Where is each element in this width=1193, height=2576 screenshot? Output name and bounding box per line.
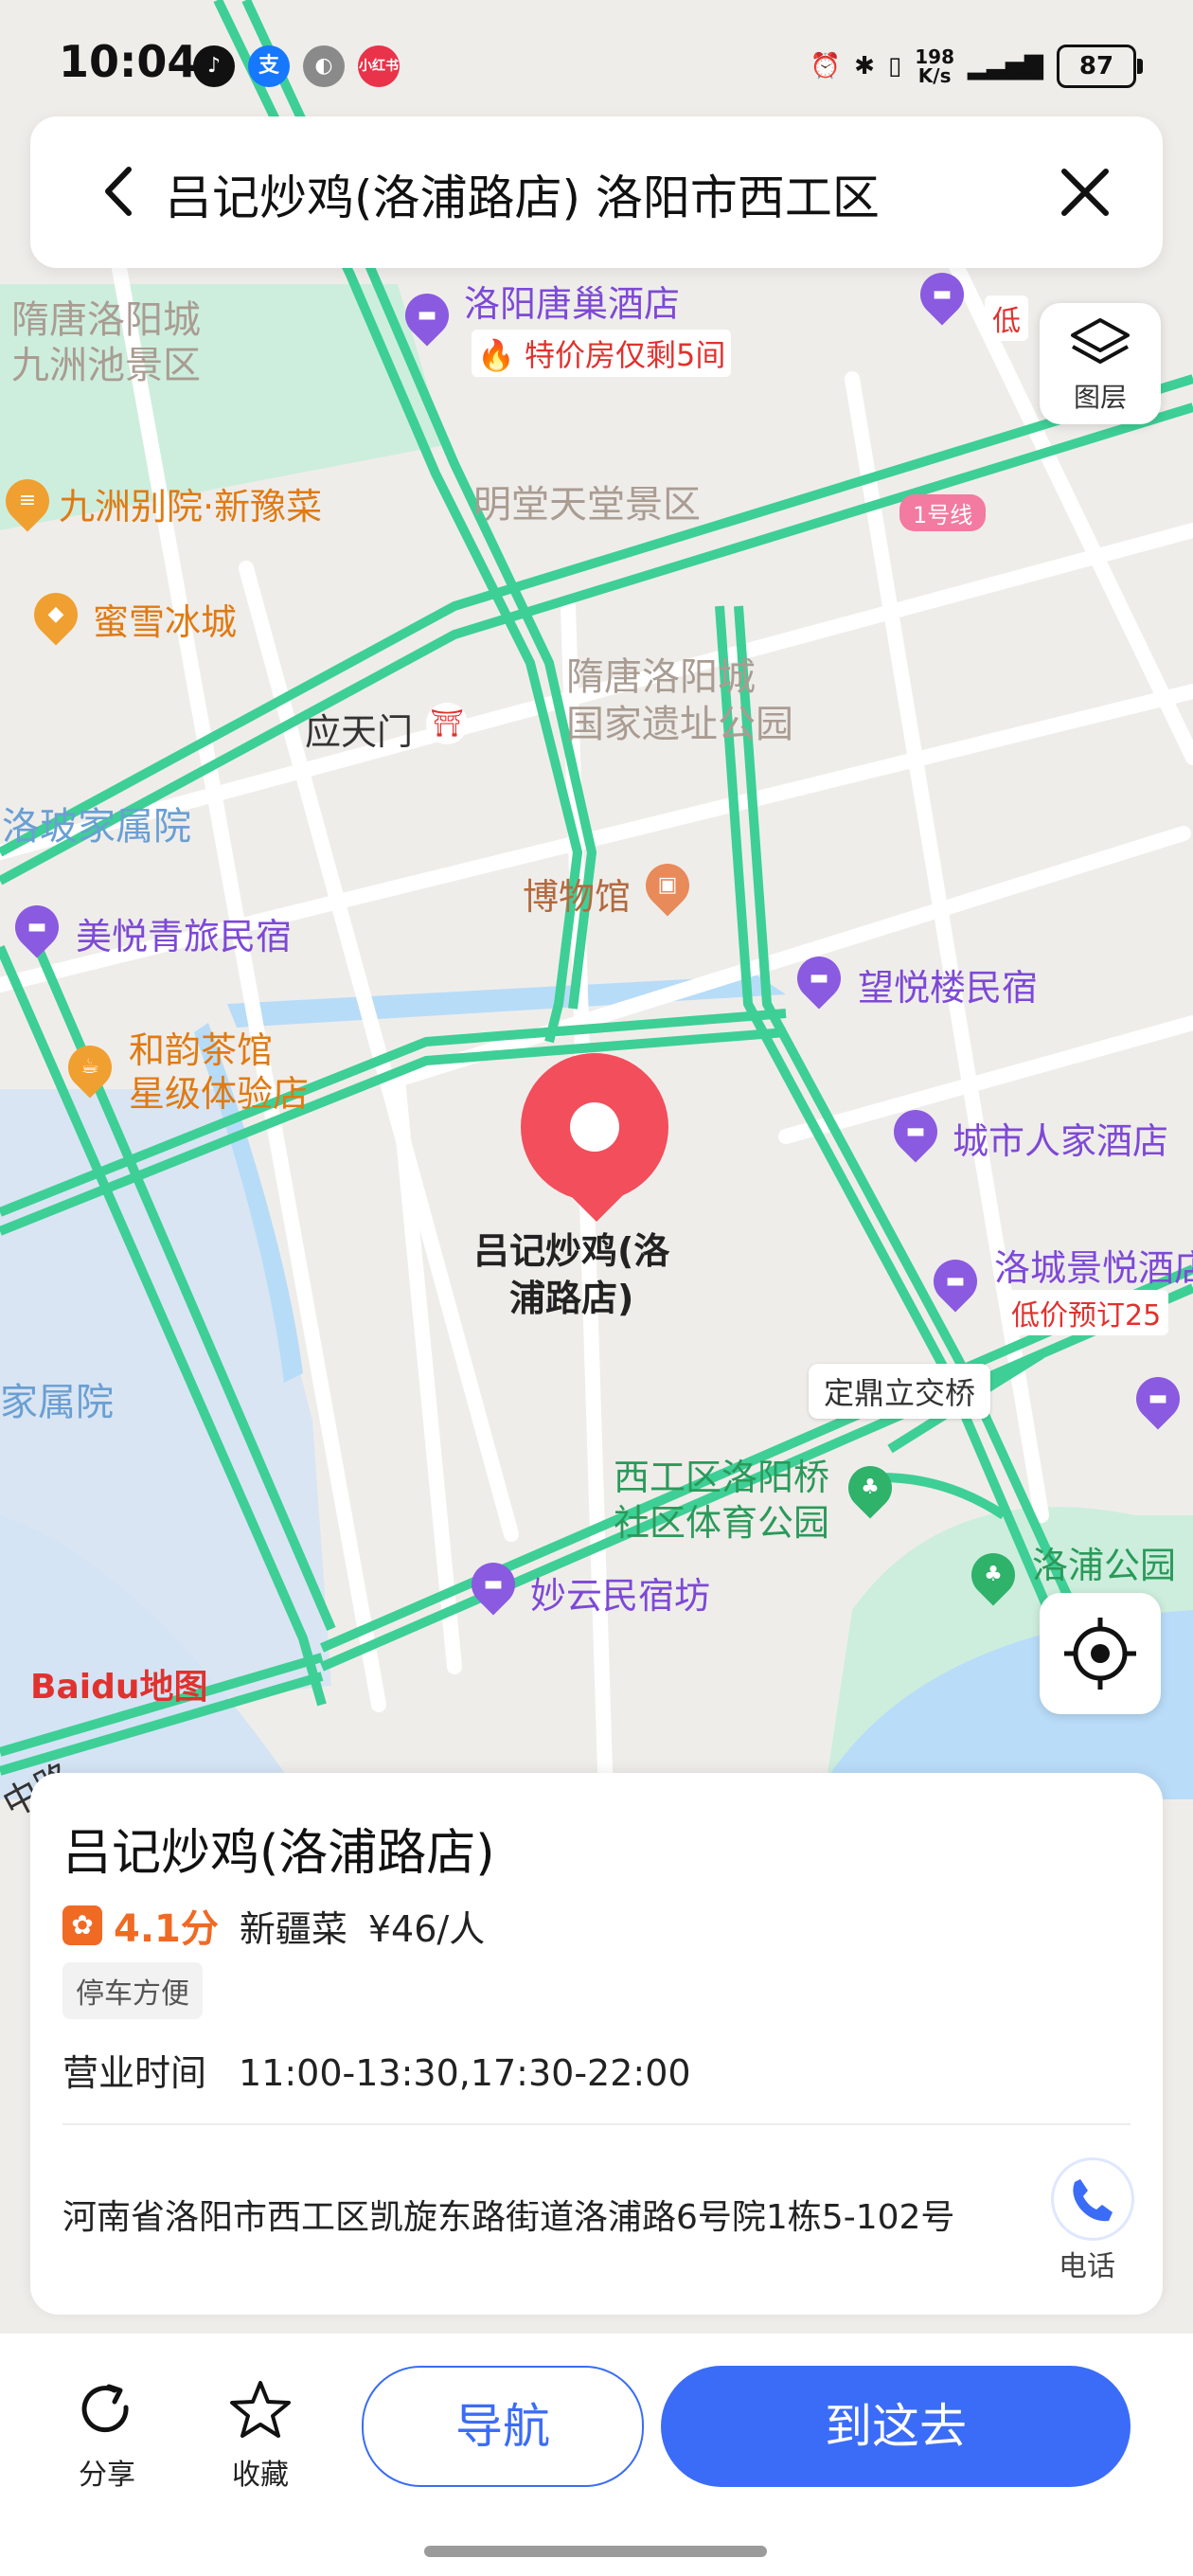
divider (62, 2123, 1131, 2125)
vibrate-icon: ▯ (887, 52, 902, 80)
layers-icon (1071, 318, 1130, 364)
business-hours: 营业时间 11:00-13:30,17:30-22:00 (62, 2044, 691, 2096)
map-label-mingtang: 明堂天堂景区 (473, 483, 701, 527)
app-icon: ◐ (303, 45, 345, 87)
bottom-action-bar: 分享 收藏 导航 到这去 (0, 2334, 1193, 2576)
hotel-pin-icon[interactable]: ▬ (924, 1250, 987, 1313)
favorite-label: 收藏 (232, 2459, 289, 2492)
hotel-pin-icon[interactable]: ▬ (6, 896, 68, 958)
selected-place-label[interactable]: 吕记炒鸡(洛 浦路店) (473, 1227, 669, 1322)
hours-label: 营业时间 (62, 2052, 207, 2094)
dessert-pin-icon[interactable]: ◆ (25, 583, 87, 646)
park-pin-icon[interactable]: ♣ (839, 1457, 901, 1519)
rating-icon: ✿ (62, 1905, 102, 1945)
hotel-pin-icon[interactable]: ▬ (1127, 1368, 1189, 1430)
map-label-mixue[interactable]: 蜜雪冰城 (93, 593, 237, 645)
map-label-tangchao-promo[interactable]: 🔥 特价房仅剩5间 (472, 330, 732, 377)
parking-tag: 停车方便 (62, 1962, 203, 2019)
price: ¥46/人 (367, 1907, 486, 1950)
hotel-pin-icon[interactable]: ▬ (396, 284, 458, 347)
map-label-luopo: 洛玻家属院 (2, 805, 191, 849)
map-label-dingding-bridge[interactable]: 定鼎立交桥 (809, 1364, 991, 1419)
map-label-luopu-park[interactable]: 洛浦公园 (1032, 1536, 1176, 1588)
map-label-jiashuyuan: 家属院 (0, 1381, 114, 1424)
share-button[interactable]: 分享 (55, 2379, 159, 2493)
phone-icon (1073, 2179, 1113, 2222)
net-speed: 198 K/s (915, 45, 955, 87)
address[interactable]: 河南省洛阳市西工区凯旋东路街道洛浦路6号院1栋5-102号 (62, 2190, 954, 2239)
place-meta: ✿ 4.1分 新疆菜 ¥46/人 (62, 1898, 485, 1953)
back-icon[interactable] (87, 158, 153, 224)
star-icon (230, 2381, 291, 2438)
phone-button[interactable] (1051, 2157, 1134, 2241)
home-indicator[interactable] (424, 2546, 767, 2557)
metro-line-badge: 1号线 (899, 494, 987, 531)
hotel-pin-icon[interactable]: ▬ (884, 1100, 947, 1163)
go-here-button[interactable]: 到这去 (661, 2366, 1131, 2487)
layers-button[interactable]: 图层 (1040, 303, 1161, 424)
rating-value: 4.1分 (114, 1907, 219, 1951)
close-icon[interactable] (1051, 158, 1119, 226)
map-label-wangyue[interactable]: 望悦楼民宿 (858, 958, 1038, 1011)
alarm-icon: ⏰ (810, 52, 842, 80)
map-label-miaoyun[interactable]: 妙云民宿坊 (530, 1566, 710, 1619)
map-label-luocheng[interactable]: 洛城景悦酒店 (994, 1239, 1193, 1291)
map-label-meiyue[interactable]: 美悦青旅民宿 (76, 907, 292, 959)
museum-pin-icon[interactable]: ▣ (636, 854, 699, 917)
map-label-jiuzhou[interactable]: 九洲别院·新豫菜 (59, 477, 322, 529)
map-label-yingtianmen[interactable]: 应天门 (305, 703, 413, 755)
hotel-pin-icon[interactable]: ▬ (788, 947, 850, 1010)
share-label: 分享 (79, 2459, 135, 2492)
map-label-heritage-park: 隋唐洛阳城 国家遗址公园 (566, 655, 793, 746)
hotel-pin-icon[interactable]: ▬ (462, 1553, 525, 1616)
share-icon (81, 2384, 129, 2433)
phone-label[interactable]: 电话 (1059, 2243, 1115, 2284)
status-bar: 10:04 ♪ 支 ◐ 小红书 ⏰ ✱ ▯ 198 K/s ▂▃▅▇ 87 (0, 0, 1193, 133)
navigate-button[interactable]: 导航 (362, 2366, 644, 2487)
place-card[interactable]: 吕记炒鸡(洛浦路店) ✿ 4.1分 新疆菜 ¥46/人 停车方便 营业时间 11:… (30, 1773, 1163, 2315)
map-label-sui-tang-city: 隋唐洛阳城 九洲池景区 (11, 298, 201, 387)
tiktok-icon: ♪ (193, 45, 235, 87)
map-label-tangchao-hotel[interactable]: 洛阳唐巢酒店 (464, 275, 680, 327)
status-time: 10:04 (59, 36, 198, 87)
signal-icon: ▂▃▅▇ (968, 52, 1043, 80)
status-right: ⏰ ✱ ▯ 198 K/s ▂▃▅▇ 87 (810, 38, 1143, 95)
park-pin-icon[interactable]: ♣ (962, 1544, 1024, 1606)
alipay-icon: 支 (248, 45, 290, 87)
baidu-map-logo: Baidu地图 (30, 1668, 208, 1707)
layers-label: 图层 (1073, 382, 1127, 413)
map-label-chengshi[interactable]: 城市人家酒店 (953, 1112, 1168, 1164)
place-name: 吕记炒鸡(洛浦路店) (62, 1825, 495, 1882)
map-label-top-right-promo[interactable]: 低 (985, 295, 1028, 341)
battery-indicator: 87 (1057, 45, 1143, 88)
search-bar[interactable]: 吕记炒鸡(洛浦路店) 洛阳市西工区 (30, 116, 1163, 268)
map-label-xigong-park[interactable]: 西工区洛阳桥 社区体育公园 (614, 1455, 829, 1546)
hours-value: 11:00-13:30,17:30-22:00 (239, 2052, 691, 2094)
locate-icon (1064, 1618, 1136, 1690)
attraction-icon[interactable]: ⛩ (426, 703, 468, 744)
search-query[interactable]: 吕记炒鸡(洛浦路店) 洛阳市西工区 (165, 160, 880, 228)
xiaohongshu-icon: 小红书 (358, 45, 400, 87)
teahouse-pin-icon[interactable]: ☕ (59, 1036, 121, 1099)
cuisine: 新疆菜 (239, 1907, 347, 1950)
map-label-museum[interactable]: 博物馆 (523, 868, 631, 920)
favorite-button[interactable]: 收藏 (208, 2379, 312, 2493)
map-label-luocheng-promo[interactable]: 低价预订25 (1004, 1290, 1169, 1335)
map-label-heyun[interactable]: 和韵茶馆 星级体验店 (129, 1029, 309, 1116)
bluetooth-icon: ✱ (854, 52, 875, 80)
locate-button[interactable] (1040, 1593, 1161, 1714)
hotel-pin-icon[interactable]: ▬ (911, 263, 973, 326)
